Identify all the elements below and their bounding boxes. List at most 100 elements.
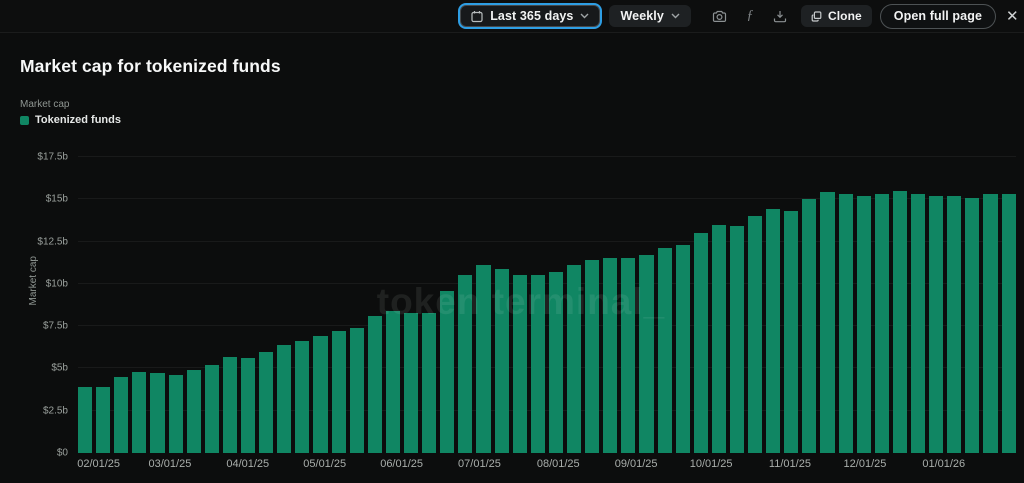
bar[interactable] bbox=[892, 190, 908, 453]
page-title: Market cap for tokenized funds bbox=[20, 56, 281, 76]
bar[interactable] bbox=[874, 194, 889, 453]
x-tick-label: 02/01/25 bbox=[77, 458, 121, 470]
bar[interactable] bbox=[693, 233, 708, 453]
bar[interactable] bbox=[566, 265, 582, 453]
y-tick-label: $12.5b bbox=[37, 236, 68, 248]
bar[interactable] bbox=[838, 194, 853, 453]
x-axis-tick-labels: 02/01/25 03/01/25 04/01/25 05/01/25 06/01/25… bbox=[77, 458, 1016, 472]
bar[interactable] bbox=[748, 216, 763, 453]
clone-label: Clone bbox=[827, 9, 862, 23]
y-tick-label: $15b bbox=[45, 193, 68, 205]
bar[interactable] bbox=[711, 224, 726, 453]
bar[interactable] bbox=[458, 275, 473, 453]
bar[interactable] bbox=[621, 258, 636, 453]
bar[interactable] bbox=[168, 375, 183, 453]
bar[interactable] bbox=[929, 195, 944, 453]
open-full-page-label: Open full page bbox=[893, 9, 982, 23]
bar[interactable] bbox=[1001, 194, 1016, 453]
date-range-dropdown[interactable]: Last 365 days bbox=[460, 5, 601, 27]
x-tick-label: 12/01/25 bbox=[843, 458, 887, 470]
plot-area bbox=[78, 140, 1016, 453]
legend-swatch bbox=[20, 115, 29, 125]
granularity-dropdown[interactable]: Weekly bbox=[609, 5, 691, 27]
bar[interactable] bbox=[476, 265, 491, 453]
bar[interactable] bbox=[820, 192, 835, 453]
bar[interactable] bbox=[983, 194, 998, 453]
calendar-icon bbox=[471, 10, 483, 23]
bar[interactable] bbox=[802, 199, 817, 453]
x-tick-label: 08/01/25 bbox=[536, 458, 580, 470]
bar[interactable] bbox=[766, 209, 781, 453]
bar[interactable] bbox=[204, 365, 219, 453]
y-tick-label: $10b bbox=[45, 278, 68, 290]
bar[interactable] bbox=[277, 344, 292, 453]
clone-button[interactable]: Clone bbox=[800, 5, 872, 27]
copy-icon bbox=[811, 10, 822, 22]
x-tick-label: 01/01/26 bbox=[922, 458, 966, 470]
bar[interactable] bbox=[440, 290, 455, 453]
x-tick-label: 10/01/25 bbox=[689, 458, 733, 470]
bar[interactable] bbox=[240, 358, 256, 453]
bar[interactable] bbox=[784, 211, 799, 453]
download-icon bbox=[773, 10, 787, 23]
camera-icon bbox=[712, 10, 727, 23]
y-tick-label: $7.5b bbox=[42, 320, 68, 332]
legend-item[interactable]: Tokenized funds bbox=[20, 114, 121, 126]
bar[interactable] bbox=[675, 244, 690, 453]
date-range-label: Last 365 days bbox=[490, 9, 574, 23]
y-tick-label: $2.5b bbox=[42, 405, 68, 417]
bar[interactable] bbox=[96, 387, 111, 453]
bar[interactable] bbox=[403, 312, 419, 453]
bar[interactable] bbox=[494, 268, 509, 453]
close-icon[interactable]: ✕ bbox=[1006, 9, 1020, 24]
bar[interactable] bbox=[856, 195, 871, 453]
chevron-down-icon bbox=[671, 13, 680, 19]
toolbar: Last 365 days Weekly ƒ Clone Open full p… bbox=[0, 0, 1024, 33]
bar-series bbox=[78, 140, 1016, 453]
x-tick-label: 07/01/25 bbox=[458, 458, 501, 470]
granularity-label: Weekly bbox=[620, 9, 664, 23]
bar[interactable] bbox=[150, 373, 165, 453]
open-full-page-button[interactable]: Open full page bbox=[879, 3, 996, 29]
bar[interactable] bbox=[422, 312, 437, 453]
chevron-down-icon bbox=[580, 13, 589, 19]
bar[interactable] bbox=[331, 331, 346, 453]
bar[interactable] bbox=[965, 197, 980, 453]
bar[interactable] bbox=[78, 387, 93, 453]
bar[interactable] bbox=[729, 226, 745, 453]
bar[interactable] bbox=[585, 260, 600, 453]
bar[interactable] bbox=[132, 371, 147, 453]
y-tick-label: $5b bbox=[51, 362, 68, 374]
y-axis-tick-labels: $0 $2.5b $5b $7.5b $10b $12.5b $15b $17.5b bbox=[0, 140, 68, 458]
bar[interactable] bbox=[313, 336, 328, 453]
bar[interactable] bbox=[349, 327, 364, 453]
y-tick-label: $0 bbox=[56, 447, 68, 459]
bar[interactable] bbox=[367, 315, 382, 453]
y-tick-label: $17.5b bbox=[37, 151, 68, 163]
bar[interactable] bbox=[657, 248, 672, 453]
bar[interactable] bbox=[512, 275, 527, 453]
function-icon: ƒ bbox=[746, 8, 754, 23]
token-terminal-chart-panel: Last 365 days Weekly ƒ Clone Open full p… bbox=[0, 0, 1024, 483]
bar[interactable] bbox=[947, 195, 962, 453]
x-tick-label: 06/01/25 bbox=[380, 458, 424, 470]
bar[interactable] bbox=[186, 370, 201, 453]
bar[interactable] bbox=[639, 255, 654, 453]
bar[interactable] bbox=[530, 275, 545, 453]
download-button[interactable] bbox=[768, 4, 792, 28]
bar[interactable] bbox=[911, 194, 926, 453]
x-tick-label: 04/01/25 bbox=[226, 458, 270, 470]
bar[interactable] bbox=[114, 376, 129, 453]
formula-button[interactable]: ƒ bbox=[738, 4, 762, 28]
legend-group-label: Market cap bbox=[20, 99, 70, 110]
bar[interactable] bbox=[295, 341, 310, 453]
x-tick-label: 11/01/25 bbox=[768, 458, 811, 470]
bar[interactable] bbox=[548, 271, 563, 453]
bar[interactable] bbox=[385, 310, 400, 453]
screenshot-button[interactable] bbox=[708, 4, 732, 28]
bar[interactable] bbox=[222, 356, 237, 453]
bar[interactable] bbox=[603, 258, 618, 453]
x-tick-label: 09/01/25 bbox=[614, 458, 658, 470]
legend-series-label: Tokenized funds bbox=[35, 114, 121, 126]
bar[interactable] bbox=[259, 351, 274, 453]
